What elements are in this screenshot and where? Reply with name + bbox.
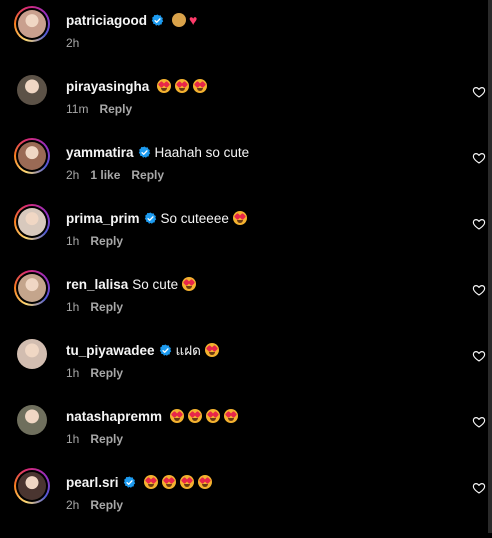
comment-meta: 2h xyxy=(66,36,79,50)
star-struck-emoji-icon xyxy=(175,79,190,93)
comment-row: tu_piyawadee แฝด 1h Reply xyxy=(0,339,492,406)
comment-timestamp: 1h xyxy=(66,366,80,380)
like-heart-icon[interactable] xyxy=(472,415,486,429)
reply-button[interactable]: Reply xyxy=(131,168,164,182)
comment-meta: 1h Reply xyxy=(66,432,123,446)
comment-timestamp: 1h xyxy=(66,300,80,314)
avatar[interactable] xyxy=(14,204,50,240)
star-struck-emoji-icon xyxy=(188,409,203,423)
comment-row: pearl.sri 2h Reply xyxy=(0,468,492,538)
cookie-emoji-icon xyxy=(172,13,187,27)
reply-button[interactable]: Reply xyxy=(90,432,123,446)
star-struck-emoji-icon xyxy=(182,277,197,291)
verified-badge-icon xyxy=(138,145,150,158)
comment-row: pirayasingha 11m Reply xyxy=(0,75,492,142)
comment-timestamp: 2h xyxy=(66,36,80,50)
avatar[interactable] xyxy=(14,270,50,306)
comment-meta: 2h Reply xyxy=(66,498,123,512)
comment-meta: 1h Reply xyxy=(66,234,123,248)
avatar-photo xyxy=(17,405,47,435)
avatar-photo xyxy=(18,10,46,38)
avatar[interactable] xyxy=(14,336,50,372)
comment-header: pirayasingha xyxy=(66,76,208,96)
avatar[interactable] xyxy=(14,72,50,108)
comment-username[interactable]: tu_piyawadee xyxy=(66,343,155,358)
reply-button[interactable]: Reply xyxy=(90,366,123,380)
avatar-photo xyxy=(17,75,47,105)
like-heart-icon[interactable] xyxy=(472,349,486,363)
comment-header: yammatira Haahah so cute xyxy=(66,142,249,162)
star-struck-emoji-icon xyxy=(224,409,239,423)
comment-header: ren_lalisa So cute xyxy=(66,274,197,294)
avatar-photo xyxy=(18,142,46,170)
comment-row: patriciagood ♥ 2h xyxy=(0,6,492,76)
heart-emoji-icon: ♥ xyxy=(189,12,198,28)
comment-header: patriciagood ♥ xyxy=(66,10,197,30)
comment-text: แฝด xyxy=(175,343,201,358)
comment-meta: 11m Reply xyxy=(66,102,132,116)
verified-badge-icon xyxy=(151,13,164,26)
like-heart-icon[interactable] xyxy=(472,217,486,231)
comment-username[interactable]: prima_prim xyxy=(66,211,140,226)
comment-username[interactable]: pearl.sri xyxy=(66,475,119,490)
star-struck-emoji-icon xyxy=(143,475,158,489)
verified-badge-icon xyxy=(159,343,171,356)
comment-row: natashapremm 1h Reply xyxy=(0,405,492,472)
star-struck-emoji-icon xyxy=(170,409,185,423)
star-struck-emoji-icon xyxy=(232,211,247,225)
reply-button[interactable]: Reply xyxy=(90,300,123,314)
comment-header: tu_piyawadee แฝด xyxy=(66,340,219,360)
comment-header: natashapremm xyxy=(66,406,239,426)
comment-username[interactable]: yammatira xyxy=(66,145,134,160)
comment-row: yammatira Haahah so cute 2h 1 like Reply xyxy=(0,138,492,208)
comment-meta: 1h Reply xyxy=(66,300,123,314)
comment-text: Haahah so cute xyxy=(154,144,250,160)
star-struck-emoji-icon xyxy=(197,475,212,489)
like-heart-icon[interactable] xyxy=(472,85,486,99)
comment-timestamp: 2h xyxy=(66,168,80,182)
reply-button[interactable]: Reply xyxy=(90,234,123,248)
reply-button[interactable]: Reply xyxy=(99,102,132,116)
star-struck-emoji-icon xyxy=(157,79,172,93)
star-struck-emoji-icon xyxy=(204,343,219,357)
verified-badge-icon xyxy=(123,475,135,488)
avatar-photo xyxy=(18,208,46,236)
comment-text: So cute xyxy=(132,276,179,292)
comment-username[interactable]: natashapremm xyxy=(66,409,162,424)
avatar-photo xyxy=(18,472,46,500)
verified-badge-icon xyxy=(144,211,156,224)
avatar-photo xyxy=(17,339,47,369)
comment-meta: 2h 1 like Reply xyxy=(66,168,164,182)
comment-text: So cuteeee xyxy=(160,210,229,226)
comment-row: prima_prim So cuteeee 1h Reply xyxy=(0,204,492,274)
star-struck-emoji-icon xyxy=(179,475,194,489)
comment-row: ren_lalisa So cute 1h Reply xyxy=(0,270,492,340)
comment-header: prima_prim So cuteeee xyxy=(66,208,247,228)
comment-username[interactable]: pirayasingha xyxy=(66,79,149,94)
star-struck-emoji-icon xyxy=(193,79,208,93)
comment-timestamp: 11m xyxy=(66,102,89,116)
comment-username[interactable]: ren_lalisa xyxy=(66,277,128,292)
like-heart-icon[interactable] xyxy=(472,151,486,165)
comment-timestamp: 1h xyxy=(66,432,80,446)
comment-like-count[interactable]: 1 like xyxy=(90,168,120,182)
like-heart-icon[interactable] xyxy=(472,283,486,297)
like-heart-icon[interactable] xyxy=(472,481,486,495)
avatar-photo xyxy=(18,274,46,302)
comment-username[interactable]: patriciagood xyxy=(66,13,147,28)
comment-header: pearl.sri xyxy=(66,472,212,492)
avatar[interactable] xyxy=(14,138,50,174)
avatar[interactable] xyxy=(14,402,50,438)
star-struck-emoji-icon xyxy=(206,409,221,423)
comment-timestamp: 1h xyxy=(66,234,80,248)
star-struck-emoji-icon xyxy=(161,475,176,489)
reply-button[interactable]: Reply xyxy=(90,498,123,512)
avatar[interactable] xyxy=(14,6,50,42)
avatar[interactable] xyxy=(14,468,50,504)
comment-meta: 1h Reply xyxy=(66,366,123,380)
comment-timestamp: 2h xyxy=(66,498,80,512)
